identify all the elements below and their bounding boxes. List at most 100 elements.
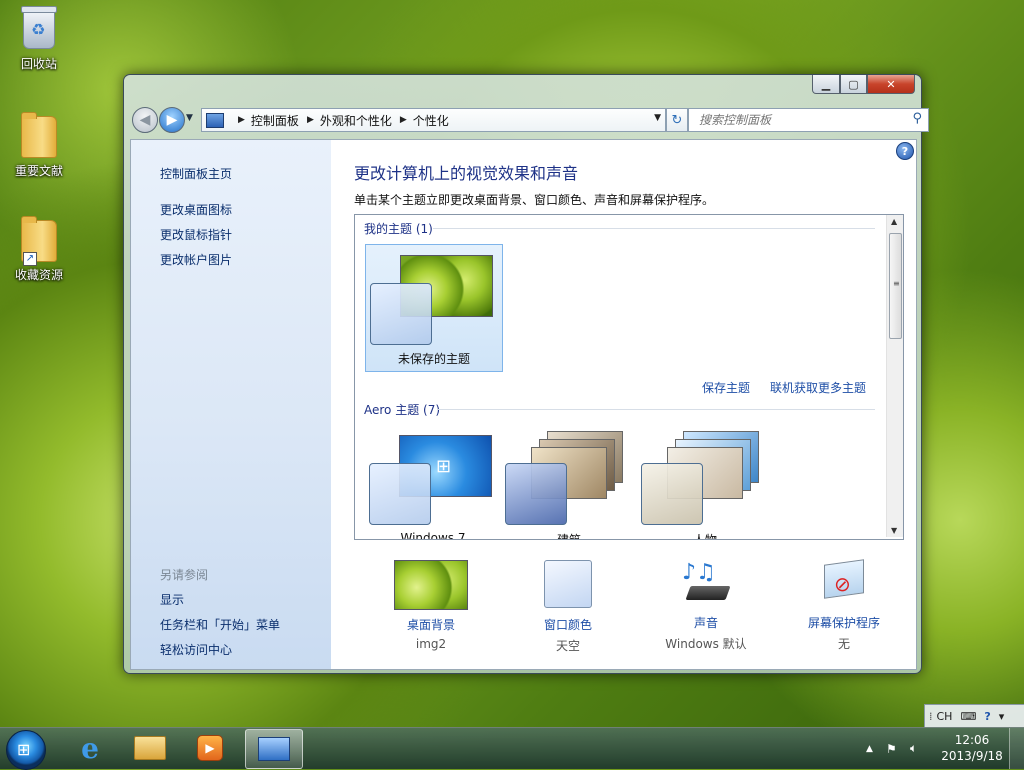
system-clock[interactable]: 12:06 2013/9/18 (936, 732, 1008, 764)
breadcrumb-separator-icon[interactable]: ▶ (307, 115, 314, 125)
search-box[interactable]: ⚲ (688, 108, 929, 132)
page-description: 单击某个主题立即更改桌面背景、窗口颜色、声音和屏幕保护程序。 (354, 193, 715, 207)
clock-date: 2013/9/18 (941, 749, 1003, 763)
help-icon: ? (901, 144, 909, 158)
group-divider (433, 228, 875, 229)
window-color-swatch (369, 463, 431, 525)
keyboard-icon[interactable]: ⌨ (960, 710, 976, 723)
sounds-icon: ♪♫ (676, 560, 736, 608)
window-color-swatch (641, 463, 703, 525)
maximize-icon: ▢ (848, 77, 859, 91)
speaker-icon: 🔈︎ (910, 741, 918, 755)
desktop-icon-recycle-bin[interactable]: 回收站 (4, 6, 74, 72)
change-account-picture-link[interactable]: 更改帐户图片 (160, 251, 232, 268)
windows-logo-icon: ⊞ (436, 456, 452, 477)
language-grip-icon: ⁞ (929, 709, 933, 723)
breadcrumb-personalization[interactable]: 个性化 (413, 112, 449, 129)
theme-tile-label: 建筑 (556, 533, 581, 540)
get-more-themes-link[interactable]: 联机获取更多主题 (770, 379, 866, 396)
address-bar[interactable]: ▶ 控制面板 ▶ 外观和个性化 ▶ 个性化 ▼ (201, 108, 666, 132)
desktop-icon-folder-shortcut[interactable]: ↗ 收藏资源 (4, 216, 74, 283)
breadcrumb-appearance[interactable]: 外观和个性化 (320, 112, 392, 129)
window-color-setting[interactable]: 窗口颜色 天空 (508, 560, 628, 654)
maximize-button[interactable]: ▢ (840, 75, 867, 94)
volume-button[interactable]: 🔈︎ (910, 728, 917, 769)
show-desktop-button[interactable] (1009, 728, 1024, 769)
scroll-down-icon[interactable]: ▼ (891, 526, 897, 535)
breadcrumb-control-panel[interactable]: 控制面板 (251, 112, 299, 129)
search-input[interactable] (697, 112, 901, 128)
address-dropdown-icon[interactable]: ▼ (654, 113, 661, 123)
theme-gallery: 我的主题 (1) 未保存的主题 保存主题 联机获取更多主题 Aero 主题 (7… (354, 214, 904, 540)
folder-shortcut-icon: ↗ (19, 216, 59, 266)
flag-icon: ⚑ (886, 741, 897, 756)
save-theme-link[interactable]: 保存主题 (702, 379, 750, 396)
breadcrumb-separator-icon[interactable]: ▶ (238, 115, 245, 125)
language-bar[interactable]: ⁞ CH ⌨ ? ▾ (924, 704, 1024, 728)
taskbar-start-menu-link[interactable]: 任务栏和「开始」菜单 (160, 616, 280, 633)
language-help-icon[interactable]: ? (984, 710, 990, 723)
breadcrumb: ▶ 控制面板 ▶ 外观和个性化 ▶ 个性化 (230, 112, 449, 129)
desktop-background-value: img2 (415, 637, 447, 651)
window-color-icon (544, 560, 592, 608)
change-mouse-pointers-link[interactable]: 更改鼠标指针 (160, 226, 232, 243)
personalization-window: ▁ ▢ ✕ ◀ ▶ ▼ ▶ 控制面板 ▶ 外观和个性化 ▶ 个性化 ▼ ↻ ⚲ … (123, 74, 929, 674)
refresh-button[interactable]: ↻ (666, 108, 688, 132)
language-options-icon[interactable]: ▾ (999, 710, 1005, 723)
folder-icon (19, 112, 59, 160)
recycle-bin-icon (19, 6, 59, 53)
window-color-label: 窗口颜色 (543, 618, 592, 632)
windows-logo-icon: ⊞ (17, 740, 31, 759)
change-desktop-icons-link[interactable]: 更改桌面图标 (160, 201, 232, 218)
taskbar-file-explorer[interactable] (122, 729, 178, 767)
sounds-setting[interactable]: ♪♫ 声音 Windows 默认 (646, 560, 766, 652)
action-center-flag[interactable]: ⚑ (886, 728, 897, 769)
minimize-icon: ▁ (821, 77, 831, 91)
theme-tile-windows7[interactable]: ⊞ Windows 7 (365, 425, 501, 539)
taskbar-media-player[interactable]: ▶ (182, 729, 238, 767)
desktop-icon-folder-documents[interactable]: 重要文献 (4, 112, 74, 179)
theme-tile-characters[interactable]: 人物 (637, 425, 773, 539)
start-button[interactable]: ⊞ (6, 730, 46, 770)
window-color-swatch (370, 283, 432, 345)
scrollbar-thumb[interactable]: ≡ (889, 233, 902, 339)
forward-button[interactable]: ▶ (159, 107, 185, 133)
desktop-icon-label: 收藏资源 (14, 268, 63, 282)
theme-tile-unsaved[interactable]: 未保存的主题 (365, 244, 503, 372)
left-pane: 控制面板主页 更改桌面图标 更改鼠标指针 更改帐户图片 另请参阅 显示 任务栏和… (131, 140, 331, 669)
caption-buttons: ▁ ▢ ✕ (812, 75, 915, 94)
control-panel-home-link[interactable]: 控制面板主页 (160, 165, 232, 182)
desktop-background-thumbnail (394, 560, 468, 610)
input-language[interactable]: CH (937, 710, 953, 723)
help-button[interactable]: ? (896, 142, 914, 160)
screen-saver-setting[interactable]: ⊘ 屏幕保护程序 无 (784, 559, 904, 652)
theme-gallery-scrollbar[interactable]: ▲ ≡ ▼ (886, 215, 903, 537)
desktop-icon-label: 重要文献 (14, 164, 63, 178)
recent-pages-dropdown[interactable]: ▼ (186, 113, 193, 123)
back-button[interactable]: ◀ (132, 107, 158, 133)
display-link[interactable]: 显示 (160, 591, 184, 608)
file-explorer-icon (134, 736, 166, 760)
show-hidden-icons-button[interactable]: ▲ (866, 728, 873, 769)
scroll-up-icon[interactable]: ▲ (891, 217, 897, 226)
chevron-down-icon: ▼ (186, 113, 193, 123)
minimize-button[interactable]: ▁ (812, 75, 840, 94)
theme-tile-label: 未保存的主题 (397, 352, 470, 366)
taskbar: ⊞ e ▶ ▲ ⚑ 🔈︎ 12:06 2013/9/18 (0, 727, 1024, 770)
window-color-value: 天空 (555, 639, 580, 653)
group-divider (437, 409, 875, 410)
desktop-background-setting[interactable]: 桌面背景 img2 (371, 560, 491, 651)
control-panel-icon (206, 112, 224, 128)
control-panel-icon (258, 737, 290, 761)
close-button[interactable]: ✕ (867, 75, 915, 94)
ease-of-access-link[interactable]: 轻松访问中心 (160, 641, 232, 658)
taskbar-internet-explorer[interactable]: e (62, 729, 118, 767)
window-content: 控制面板主页 更改桌面图标 更改鼠标指针 更改帐户图片 另请参阅 显示 任务栏和… (130, 139, 917, 670)
theme-tile-architecture[interactable]: 建筑 (501, 425, 637, 540)
arrow-left-icon: ◀ (139, 112, 151, 128)
search-icon[interactable]: ⚲ (912, 111, 922, 126)
taskbar-control-panel[interactable] (245, 729, 303, 769)
breadcrumb-separator-icon[interactable]: ▶ (400, 115, 407, 125)
internet-explorer-icon: e (81, 731, 99, 765)
desktop-background-label: 桌面背景 (406, 618, 455, 632)
